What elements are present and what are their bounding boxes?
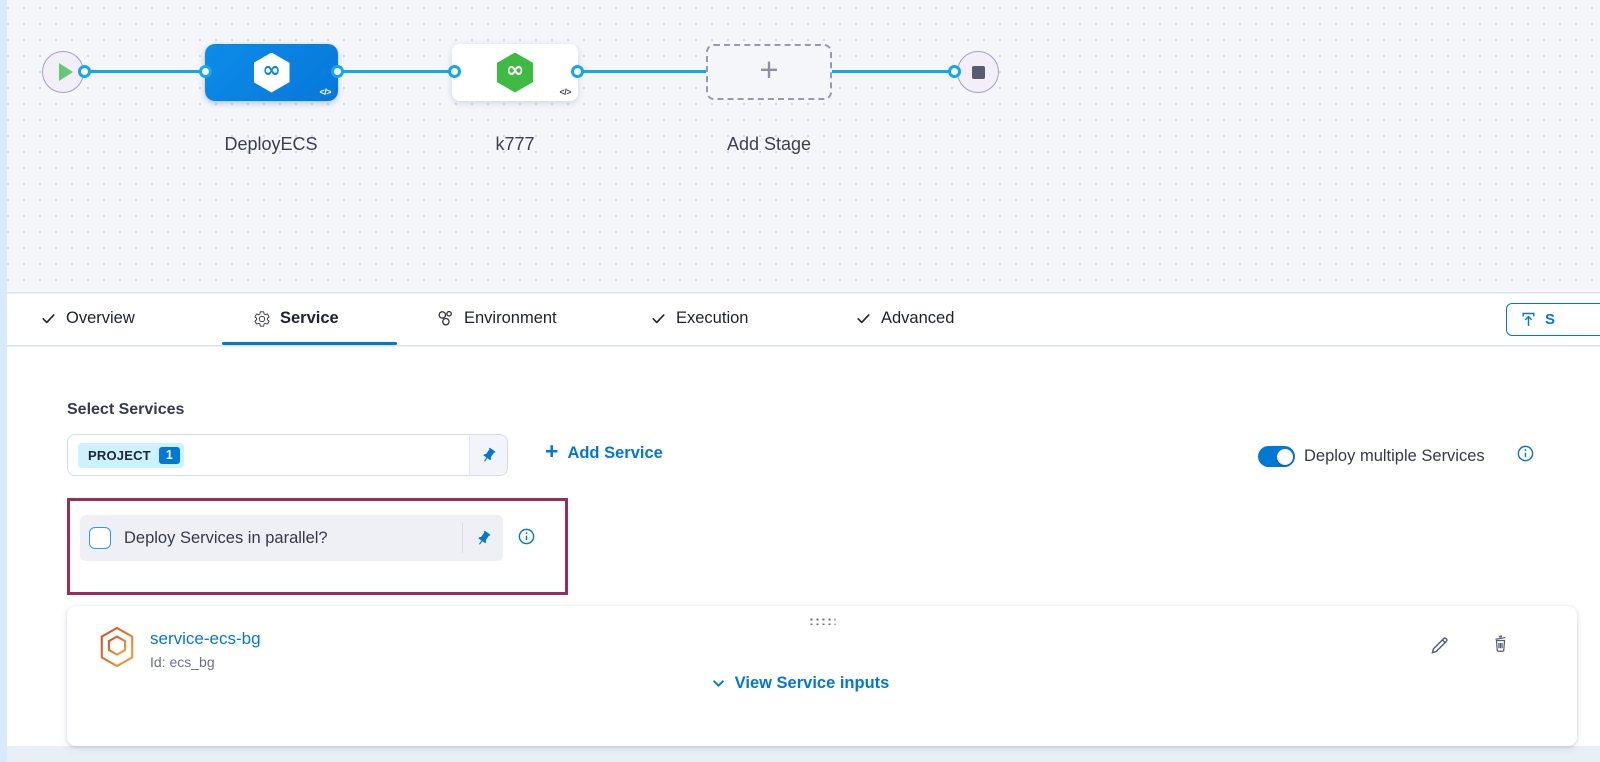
save-button-label: S bbox=[1545, 311, 1555, 328]
check-icon bbox=[40, 310, 57, 327]
add-service-label: Add Service bbox=[567, 444, 662, 463]
service-name-link[interactable]: service-ecs-bg bbox=[150, 629, 261, 649]
pin-service-field-button[interactable] bbox=[469, 435, 507, 475]
harness-logo-glyph: ∞ bbox=[506, 60, 524, 82]
tab-label: Service bbox=[280, 309, 339, 328]
service-hexagon-icon bbox=[98, 626, 136, 673]
deploy-multiple-toggle[interactable] bbox=[1258, 446, 1295, 467]
stop-icon bbox=[972, 66, 985, 79]
port-stage1-out bbox=[331, 65, 344, 78]
stage-config-tabbar: Overview Service Environment Execution A… bbox=[0, 294, 1600, 346]
service-tab-panel: Select Services PROJECT 1 + Add Service … bbox=[0, 347, 1600, 746]
tab-execution[interactable]: Execution bbox=[650, 294, 748, 343]
stage-label-deployecs: DeployECS bbox=[224, 134, 317, 155]
tab-advanced[interactable]: Advanced bbox=[855, 294, 954, 343]
tab-label: Environment bbox=[464, 309, 557, 328]
service-select-input[interactable]: PROJECT 1 bbox=[67, 434, 508, 476]
service-id-text: Id: ecs_bg bbox=[150, 654, 215, 670]
trash-icon bbox=[1490, 633, 1511, 654]
stage-node-deployecs[interactable]: ∞ </> bbox=[205, 44, 338, 101]
harness-logo-glyph: ∞ bbox=[262, 60, 280, 82]
port-stage2-in bbox=[448, 65, 461, 78]
gear-icon bbox=[253, 310, 271, 328]
pipeline-end-node bbox=[957, 51, 999, 93]
publish-up-icon bbox=[1520, 311, 1537, 328]
add-stage-label: Add Stage bbox=[727, 134, 811, 155]
stage-label-k777: k777 bbox=[495, 134, 534, 155]
play-icon bbox=[59, 63, 73, 81]
plus-icon: + bbox=[759, 53, 778, 86]
port-end-in bbox=[948, 65, 961, 78]
info-icon bbox=[1516, 444, 1535, 463]
port-stage1-in bbox=[199, 65, 212, 78]
pin-icon bbox=[475, 530, 492, 547]
save-button[interactable]: S bbox=[1506, 303, 1600, 336]
deploy-parallel-field: Deploy Services in parallel? bbox=[80, 515, 503, 561]
deploy-multiple-info-icon[interactable] bbox=[1516, 444, 1535, 468]
chip-count-badge: 1 bbox=[159, 447, 180, 464]
tab-label: Advanced bbox=[881, 309, 954, 328]
pin-icon bbox=[480, 447, 497, 464]
add-service-button[interactable]: + Add Service bbox=[545, 443, 663, 463]
chevron-down-icon bbox=[711, 676, 726, 691]
pencil-icon bbox=[1429, 633, 1452, 656]
edit-service-button[interactable] bbox=[1429, 633, 1452, 661]
delete-service-button[interactable] bbox=[1490, 633, 1511, 659]
left-edge-strip bbox=[0, 0, 7, 762]
edge-stage1-stage2 bbox=[338, 70, 455, 73]
active-tab-underline bbox=[222, 342, 397, 345]
code-view-badge: </> bbox=[319, 87, 331, 97]
tab-label: Overview bbox=[66, 309, 135, 328]
port-stage2-out bbox=[571, 65, 584, 78]
pipeline-canvas: ∞ </> ∞ </> + DeployECS k777 Add Stage bbox=[0, 0, 1600, 293]
deploy-parallel-label: Deploy Services in parallel? bbox=[124, 529, 328, 548]
tab-environment[interactable]: Environment bbox=[436, 294, 557, 343]
select-services-label: Select Services bbox=[67, 401, 184, 419]
view-service-inputs-button[interactable]: View Service inputs bbox=[67, 674, 1533, 693]
deploy-multiple-label: Deploy multiple Services bbox=[1304, 447, 1485, 466]
toggle-knob bbox=[1277, 449, 1293, 465]
add-stage-button[interactable]: + bbox=[706, 44, 832, 100]
selected-service-chip[interactable]: PROJECT 1 bbox=[78, 443, 184, 468]
deploy-parallel-checkbox[interactable] bbox=[89, 527, 111, 549]
service-card: service-ecs-bg Id: ecs_bg View Service i… bbox=[67, 606, 1577, 746]
info-icon bbox=[517, 527, 536, 546]
pin-parallel-field-button[interactable] bbox=[463, 530, 503, 547]
port-start-out bbox=[78, 65, 91, 78]
environment-icon bbox=[436, 309, 455, 328]
check-icon bbox=[650, 310, 667, 327]
tab-service[interactable]: Service bbox=[253, 294, 339, 343]
chip-label: PROJECT bbox=[88, 448, 151, 463]
check-icon bbox=[855, 310, 872, 327]
view-service-inputs-label: View Service inputs bbox=[735, 674, 890, 693]
drag-handle-icon[interactable] bbox=[809, 617, 836, 625]
plus-icon: + bbox=[545, 440, 558, 463]
tab-label: Execution bbox=[676, 309, 748, 328]
stage-node-k777[interactable]: ∞ </> bbox=[452, 44, 578, 101]
code-view-badge: </> bbox=[559, 87, 571, 97]
deploy-parallel-info-icon[interactable] bbox=[517, 527, 536, 551]
harness-deploy-icon: ∞ bbox=[254, 53, 290, 93]
tab-overview[interactable]: Overview bbox=[40, 294, 135, 343]
harness-deploy-icon-green: ∞ bbox=[497, 53, 533, 93]
